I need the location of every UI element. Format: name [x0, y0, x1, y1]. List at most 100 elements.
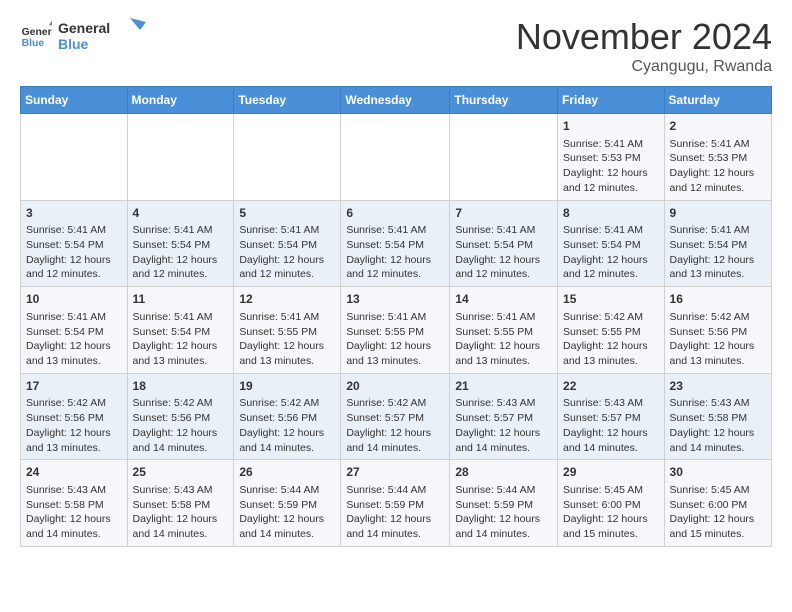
calendar-cell: 6Sunrise: 5:41 AM Sunset: 5:54 PM Daylig… [341, 200, 450, 287]
weekday-header-tuesday: Tuesday [234, 87, 341, 114]
day-info: Sunrise: 5:41 AM Sunset: 5:54 PM Dayligh… [239, 224, 324, 280]
day-info: Sunrise: 5:43 AM Sunset: 5:58 PM Dayligh… [26, 484, 111, 540]
weekday-header-sunday: Sunday [21, 87, 128, 114]
day-number: 20 [346, 378, 444, 395]
week-row-2: 3Sunrise: 5:41 AM Sunset: 5:54 PM Daylig… [21, 200, 772, 287]
calendar-cell: 25Sunrise: 5:43 AM Sunset: 5:58 PM Dayli… [127, 460, 234, 547]
day-info: Sunrise: 5:41 AM Sunset: 5:54 PM Dayligh… [455, 224, 540, 280]
day-info: Sunrise: 5:42 AM Sunset: 5:57 PM Dayligh… [346, 397, 431, 453]
calendar-cell: 14Sunrise: 5:41 AM Sunset: 5:55 PM Dayli… [450, 287, 558, 374]
day-number: 18 [133, 378, 229, 395]
day-number: 12 [239, 291, 335, 308]
page: General Blue General Blue November 2024 … [0, 0, 792, 563]
week-row-1: 1Sunrise: 5:41 AM Sunset: 5:53 PM Daylig… [21, 114, 772, 201]
calendar-cell: 24 Sunrise: 5:43 AM Sunset: 5:58 PM Dayli… [21, 460, 128, 547]
day-info: Sunrise: 5:41 AM Sunset: 5:55 PM Dayligh… [239, 311, 324, 367]
day-number: 4 [133, 205, 229, 222]
weekday-header-monday: Monday [127, 87, 234, 114]
calendar-cell: 9 Sunrise: 5:41 AM Sunset: 5:54 PM Daylig… [664, 200, 771, 287]
calendar-cell: 2 Sunrise: 5:41 AM Sunset: 5:53 PM Daylig… [664, 114, 771, 201]
logo-svg: General Blue [58, 16, 148, 54]
day-number: 30 [670, 464, 766, 481]
calendar-cell: 23 Sunrise: 5:43 AM Sunset: 5:58 PM Dayli… [664, 373, 771, 460]
day-info: Sunrise: 5:41 AM Sunset: 5:54 PM Dayligh… [133, 224, 218, 280]
calendar-cell: 27 Sunrise: 5:44 AM Sunset: 5:59 PM Dayli… [341, 460, 450, 547]
week-row-3: 10Sunrise: 5:41 AM Sunset: 5:54 PM Dayli… [21, 287, 772, 374]
calendar-cell: 16 Sunrise: 5:42 AM Sunset: 5:56 PM Dayli… [664, 287, 771, 374]
day-number: 16 [670, 291, 766, 308]
day-number: 29 [563, 464, 659, 481]
logo: General Blue General Blue [20, 16, 148, 54]
day-number: 27 [346, 464, 444, 481]
weekday-header-friday: Friday [558, 87, 665, 114]
calendar-cell: 28 Sunrise: 5:44 AM Sunset: 5:59 PM Dayli… [450, 460, 558, 547]
week-row-5: 24 Sunrise: 5:43 AM Sunset: 5:58 PM Dayli… [21, 460, 772, 547]
calendar-cell: 18 Sunrise: 5:42 AM Sunset: 5:56 PM Dayli… [127, 373, 234, 460]
day-number: 15 [563, 291, 659, 308]
day-info: Sunrise: 5:45 AM Sunset: 6:00 PM Dayligh… [563, 484, 648, 540]
day-info: Sunrise: 5:44 AM Sunset: 5:59 PM Dayligh… [346, 484, 431, 540]
weekday-header-saturday: Saturday [664, 87, 771, 114]
day-number: 26 [239, 464, 335, 481]
day-number: 11 [133, 291, 229, 308]
day-number: 8 [563, 205, 659, 222]
day-info: Sunrise: 5:41 AM Sunset: 5:54 PM Dayligh… [133, 311, 218, 367]
day-info: Sunrise: 5:41 AM Sunset: 5:54 PM Dayligh… [346, 224, 431, 280]
calendar-cell: 10Sunrise: 5:41 AM Sunset: 5:54 PM Dayli… [21, 287, 128, 374]
day-info: Sunrise: 5:41 AM Sunset: 5:54 PM Dayligh… [670, 224, 755, 280]
day-number: 28 [455, 464, 552, 481]
calendar-cell: 17 Sunrise: 5:42 AM Sunset: 5:56 PM Dayli… [21, 373, 128, 460]
day-info: Sunrise: 5:41 AM Sunset: 5:54 PM Dayligh… [26, 224, 111, 280]
day-number: 24 [26, 464, 122, 481]
day-info: Sunrise: 5:41 AM Sunset: 5:53 PM Dayligh… [670, 138, 755, 194]
calendar-cell [21, 114, 128, 201]
day-info: Sunrise: 5:41 AM Sunset: 5:54 PM Dayligh… [563, 224, 648, 280]
svg-text:Blue: Blue [58, 36, 89, 52]
calendar-cell [234, 114, 341, 201]
day-info: Sunrise: 5:43 AM Sunset: 5:58 PM Dayligh… [133, 484, 218, 540]
day-info: Sunrise: 5:44 AM Sunset: 5:59 PM Dayligh… [455, 484, 540, 540]
calendar-cell: 3Sunrise: 5:41 AM Sunset: 5:54 PM Daylig… [21, 200, 128, 287]
day-info: Sunrise: 5:43 AM Sunset: 5:58 PM Dayligh… [670, 397, 755, 453]
calendar-cell: 11 Sunrise: 5:41 AM Sunset: 5:54 PM Dayli… [127, 287, 234, 374]
calendar-cell: 7Sunrise: 5:41 AM Sunset: 5:54 PM Daylig… [450, 200, 558, 287]
day-info: Sunrise: 5:42 AM Sunset: 5:56 PM Dayligh… [133, 397, 218, 453]
calendar-cell [450, 114, 558, 201]
weekday-header-wednesday: Wednesday [341, 87, 450, 114]
day-number: 19 [239, 378, 335, 395]
calendar-cell: 30Sunrise: 5:45 AM Sunset: 6:00 PM Dayli… [664, 460, 771, 547]
day-number: 9 [670, 205, 766, 222]
calendar-cell [341, 114, 450, 201]
calendar-table: SundayMondayTuesdayWednesdayThursdayFrid… [20, 86, 772, 547]
calendar-cell: 29 Sunrise: 5:45 AM Sunset: 6:00 PM Dayli… [558, 460, 665, 547]
svg-text:Blue: Blue [22, 38, 45, 49]
day-info: Sunrise: 5:41 AM Sunset: 5:54 PM Dayligh… [26, 311, 111, 367]
month-title: November 2024 [516, 16, 772, 58]
day-info: Sunrise: 5:41 AM Sunset: 5:53 PM Dayligh… [563, 138, 648, 194]
calendar-cell: 22Sunrise: 5:43 AM Sunset: 5:57 PM Dayli… [558, 373, 665, 460]
weekday-header-thursday: Thursday [450, 87, 558, 114]
calendar-cell [127, 114, 234, 201]
day-number: 23 [670, 378, 766, 395]
day-info: Sunrise: 5:42 AM Sunset: 5:56 PM Dayligh… [670, 311, 755, 367]
day-number: 2 [670, 118, 766, 135]
calendar-cell: 21Sunrise: 5:43 AM Sunset: 5:57 PM Dayli… [450, 373, 558, 460]
weekday-header-row: SundayMondayTuesdayWednesdayThursdayFrid… [21, 87, 772, 114]
day-number: 13 [346, 291, 444, 308]
calendar-cell: 20 Sunrise: 5:42 AM Sunset: 5:57 PM Dayli… [341, 373, 450, 460]
calendar-cell: 4 Sunrise: 5:41 AM Sunset: 5:54 PM Daylig… [127, 200, 234, 287]
calendar-cell: 1Sunrise: 5:41 AM Sunset: 5:53 PM Daylig… [558, 114, 665, 201]
calendar-cell: 8 Sunrise: 5:41 AM Sunset: 5:54 PM Daylig… [558, 200, 665, 287]
day-number: 17 [26, 378, 122, 395]
location: Cyangugu, Rwanda [516, 58, 772, 76]
day-info: Sunrise: 5:41 AM Sunset: 5:55 PM Dayligh… [455, 311, 540, 367]
day-info: Sunrise: 5:43 AM Sunset: 5:57 PM Dayligh… [455, 397, 540, 453]
calendar-cell: 15 Sunrise: 5:42 AM Sunset: 5:55 PM Dayli… [558, 287, 665, 374]
logo-icon: General Blue [20, 19, 52, 51]
day-info: Sunrise: 5:42 AM Sunset: 5:55 PM Dayligh… [563, 311, 648, 367]
calendar-cell: 12 Sunrise: 5:41 AM Sunset: 5:55 PM Dayli… [234, 287, 341, 374]
day-info: Sunrise: 5:42 AM Sunset: 5:56 PM Dayligh… [26, 397, 111, 453]
day-number: 22 [563, 378, 659, 395]
calendar-cell: 26Sunrise: 5:44 AM Sunset: 5:59 PM Dayli… [234, 460, 341, 547]
day-info: Sunrise: 5:41 AM Sunset: 5:55 PM Dayligh… [346, 311, 431, 367]
